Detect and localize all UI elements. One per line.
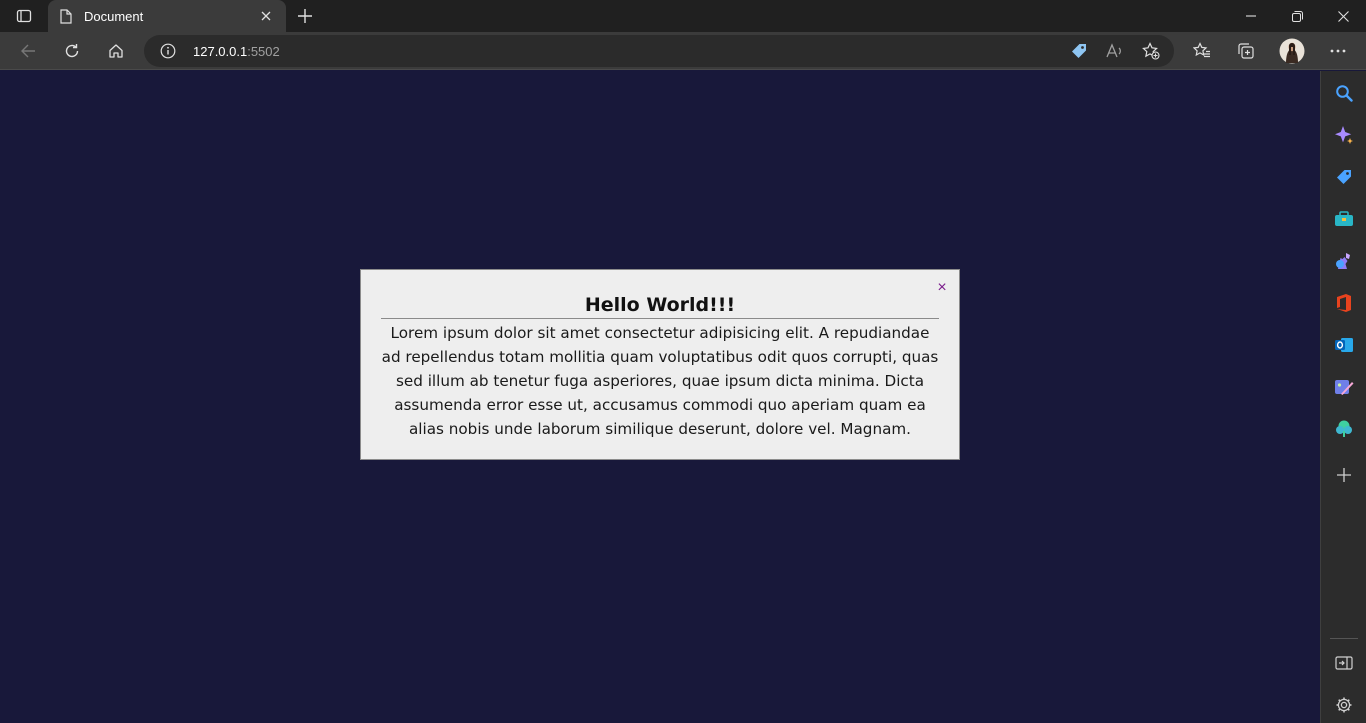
refresh-button[interactable] [56, 35, 88, 67]
settings-icon[interactable] [1333, 694, 1355, 716]
search-icon[interactable] [1333, 82, 1355, 104]
copilot-icon[interactable] [1333, 124, 1355, 146]
url-port: :5502 [247, 44, 280, 59]
home-icon [109, 44, 123, 58]
back-button[interactable] [12, 35, 44, 67]
plus-icon [298, 9, 312, 23]
designer-icon[interactable] [1333, 376, 1355, 398]
browser-toolbar: 127.0.0.1:5502 [0, 32, 1366, 70]
profile-avatar[interactable] [1276, 35, 1308, 67]
tab-close-icon[interactable] [256, 6, 276, 26]
minimize-icon [1246, 15, 1256, 17]
address-bar[interactable]: 127.0.0.1:5502 [144, 35, 1174, 67]
favorites-button[interactable] [1186, 35, 1218, 67]
add-favorite-icon[interactable] [1141, 41, 1161, 61]
shopping-tag-icon[interactable] [1069, 41, 1089, 61]
home-button[interactable] [100, 35, 132, 67]
tab-actions-icon [16, 9, 32, 23]
restore-button[interactable] [1274, 0, 1320, 32]
browser-tab[interactable]: Document [48, 0, 286, 32]
settings-more-button[interactable] [1322, 35, 1354, 67]
page-viewport: × Hello World!!! Lorem ipsum dolor sit a… [0, 71, 1320, 723]
favorites-icon [1193, 42, 1210, 58]
edge-sidebar [1320, 71, 1366, 723]
refresh-icon [65, 44, 79, 58]
url-host: 127.0.0.1 [193, 44, 248, 59]
toolbox-icon[interactable] [1333, 208, 1355, 230]
tab-title: Document [84, 8, 144, 24]
modal-close-icon[interactable]: × [934, 280, 950, 296]
url-text: 127.0.0.1:5502 [193, 44, 280, 59]
read-aloud-icon[interactable] [1105, 41, 1125, 61]
title-bar: Document [0, 0, 1366, 32]
avatar-icon [1279, 38, 1305, 64]
document-icon [58, 8, 74, 24]
more-icon [1330, 49, 1346, 53]
minimize-button[interactable] [1228, 0, 1274, 32]
outlook-icon[interactable] [1333, 334, 1355, 356]
office-icon[interactable] [1333, 292, 1355, 314]
restore-icon [1291, 10, 1303, 22]
games-icon[interactable] [1333, 250, 1355, 272]
tab-actions-button[interactable] [8, 4, 40, 28]
add-icon[interactable] [1333, 464, 1355, 486]
info-icon[interactable] [160, 43, 176, 59]
collections-icon [1238, 43, 1254, 59]
close-window-button[interactable] [1320, 0, 1366, 32]
back-arrow-icon [21, 44, 35, 58]
collections-button[interactable] [1230, 35, 1262, 67]
close-icon [1337, 10, 1349, 22]
sidebar-divider [1330, 638, 1358, 639]
hide-sidebar-icon[interactable] [1333, 652, 1355, 674]
new-tab-button[interactable] [292, 4, 318, 28]
modal-body-text: Lorem ipsum dolor sit amet consectetur a… [381, 324, 939, 438]
tree-icon[interactable] [1333, 418, 1355, 440]
modal-dialog: × Hello World!!! Lorem ipsum dolor sit a… [360, 269, 960, 460]
modal-title: Hello World!!! [381, 292, 939, 319]
shopping-tag-icon[interactable] [1333, 166, 1355, 188]
